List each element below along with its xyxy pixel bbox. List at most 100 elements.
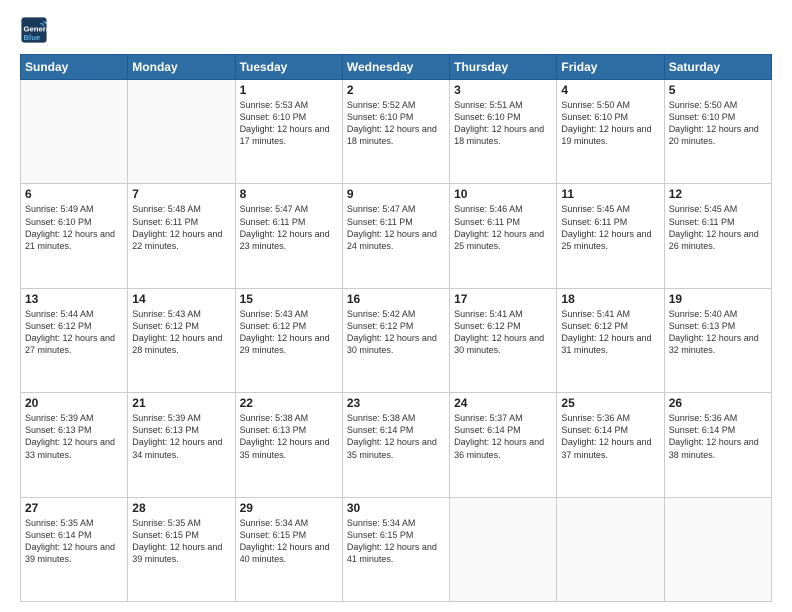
day-cell: 16 Sunrise: 5:42 AM Sunset: 6:12 PM Dayli… (342, 288, 449, 392)
day-info: Sunrise: 5:50 AM Sunset: 6:10 PM Dayligh… (561, 99, 659, 148)
day-cell (450, 497, 557, 601)
day-cell: 17Sunrise: 5:41 AM Sunset: 6:12 PM Dayli… (450, 288, 557, 392)
day-cell: 9 Sunrise: 5:47 AM Sunset: 6:11 PM Daylig… (342, 184, 449, 288)
day-info: Sunrise: 5:37 AM Sunset: 6:14 PM Dayligh… (454, 412, 552, 461)
day-cell: 14 Sunrise: 5:43 AM Sunset: 6:12 PM Dayli… (128, 288, 235, 392)
day-info: Sunrise: 5:48 AM Sunset: 6:11 PM Dayligh… (132, 203, 230, 252)
day-info: Sunrise: 5:39 AM Sunset: 6:13 PM Dayligh… (25, 412, 123, 461)
day-info: Sunrise: 5:39 AM Sunset: 6:13 PM Dayligh… (132, 412, 230, 461)
day-number: 1 (240, 83, 338, 97)
day-cell: 3 Sunrise: 5:51 AM Sunset: 6:10 PM Daylig… (450, 80, 557, 184)
day-number: 22 (240, 396, 338, 410)
day-info: Sunrise: 5:41 AM Sunset: 6:12 PM Dayligh… (561, 308, 659, 357)
day-info: Sunrise: 5:40 AM Sunset: 6:13 PM Dayligh… (669, 308, 767, 357)
day-cell: 25 Sunrise: 5:36 AM Sunset: 6:14 PM Dayli… (557, 393, 664, 497)
week-row-2: 6 Sunrise: 5:49 AM Sunset: 6:10 PM Daylig… (21, 184, 772, 288)
day-cell (557, 497, 664, 601)
day-cell: 7 Sunrise: 5:48 AM Sunset: 6:11 PM Daylig… (128, 184, 235, 288)
weekday-header-row: SundayMondayTuesdayWednesdayThursdayFrid… (21, 55, 772, 80)
day-info: Sunrise: 5:44 AM Sunset: 6:12 PM Dayligh… (25, 308, 123, 357)
day-number: 3 (454, 83, 552, 97)
day-number: 25 (561, 396, 659, 410)
day-cell: 10Sunrise: 5:46 AM Sunset: 6:11 PM Dayli… (450, 184, 557, 288)
weekday-header-sunday: Sunday (21, 55, 128, 80)
day-number: 19 (669, 292, 767, 306)
weekday-header-wednesday: Wednesday (342, 55, 449, 80)
day-info: Sunrise: 5:34 AM Sunset: 6:15 PM Dayligh… (347, 517, 445, 566)
day-number: 5 (669, 83, 767, 97)
header: General Blue (20, 16, 772, 44)
day-cell: 8 Sunrise: 5:47 AM Sunset: 6:11 PM Daylig… (235, 184, 342, 288)
week-row-1: 1 Sunrise: 5:53 AM Sunset: 6:10 PM Daylig… (21, 80, 772, 184)
day-cell: 28Sunrise: 5:35 AM Sunset: 6:15 PM Dayli… (128, 497, 235, 601)
day-info: Sunrise: 5:35 AM Sunset: 6:14 PM Dayligh… (25, 517, 123, 566)
day-number: 20 (25, 396, 123, 410)
day-cell: 21 Sunrise: 5:39 AM Sunset: 6:13 PM Dayli… (128, 393, 235, 497)
week-row-3: 13 Sunrise: 5:44 AM Sunset: 6:12 PM Dayli… (21, 288, 772, 392)
day-cell: 24 Sunrise: 5:37 AM Sunset: 6:14 PM Dayli… (450, 393, 557, 497)
day-cell: 12 Sunrise: 5:45 AM Sunset: 6:11 PM Dayli… (664, 184, 771, 288)
day-number: 21 (132, 396, 230, 410)
day-number: 27 (25, 501, 123, 515)
day-info: Sunrise: 5:45 AM Sunset: 6:11 PM Dayligh… (669, 203, 767, 252)
day-number: 23 (347, 396, 445, 410)
day-number: 24 (454, 396, 552, 410)
day-info: Sunrise: 5:53 AM Sunset: 6:10 PM Dayligh… (240, 99, 338, 148)
day-cell: 18 Sunrise: 5:41 AM Sunset: 6:12 PM Dayli… (557, 288, 664, 392)
day-info: Sunrise: 5:47 AM Sunset: 6:11 PM Dayligh… (240, 203, 338, 252)
day-cell: 6 Sunrise: 5:49 AM Sunset: 6:10 PM Daylig… (21, 184, 128, 288)
day-cell: 26 Sunrise: 5:36 AM Sunset: 6:14 PM Dayli… (664, 393, 771, 497)
day-cell (128, 80, 235, 184)
day-number: 13 (25, 292, 123, 306)
day-info: Sunrise: 5:51 AM Sunset: 6:10 PM Dayligh… (454, 99, 552, 148)
day-info: Sunrise: 5:43 AM Sunset: 6:12 PM Dayligh… (132, 308, 230, 357)
day-number: 26 (669, 396, 767, 410)
week-row-5: 27 Sunrise: 5:35 AM Sunset: 6:14 PM Dayli… (21, 497, 772, 601)
day-cell (21, 80, 128, 184)
day-number: 14 (132, 292, 230, 306)
day-number: 6 (25, 187, 123, 201)
calendar-table: SundayMondayTuesdayWednesdayThursdayFrid… (20, 54, 772, 602)
day-cell (664, 497, 771, 601)
day-cell: 29 Sunrise: 5:34 AM Sunset: 6:15 PM Dayli… (235, 497, 342, 601)
day-cell: 22 Sunrise: 5:38 AM Sunset: 6:13 PM Dayli… (235, 393, 342, 497)
day-number: 17 (454, 292, 552, 306)
weekday-header-monday: Monday (128, 55, 235, 80)
day-info: Sunrise: 5:45 AM Sunset: 6:11 PM Dayligh… (561, 203, 659, 252)
day-number: 16 (347, 292, 445, 306)
day-number: 4 (561, 83, 659, 97)
day-info: Sunrise: 5:50 AM Sunset: 6:10 PM Dayligh… (669, 99, 767, 148)
day-number: 18 (561, 292, 659, 306)
day-info: Sunrise: 5:49 AM Sunset: 6:10 PM Dayligh… (25, 203, 123, 252)
day-info: Sunrise: 5:34 AM Sunset: 6:15 PM Dayligh… (240, 517, 338, 566)
day-info: Sunrise: 5:47 AM Sunset: 6:11 PM Dayligh… (347, 203, 445, 252)
day-info: Sunrise: 5:52 AM Sunset: 6:10 PM Dayligh… (347, 99, 445, 148)
day-number: 8 (240, 187, 338, 201)
day-cell: 15Sunrise: 5:43 AM Sunset: 6:12 PM Dayli… (235, 288, 342, 392)
day-cell: 19 Sunrise: 5:40 AM Sunset: 6:13 PM Dayli… (664, 288, 771, 392)
day-cell: 30 Sunrise: 5:34 AM Sunset: 6:15 PM Dayli… (342, 497, 449, 601)
day-cell: 27 Sunrise: 5:35 AM Sunset: 6:14 PM Dayli… (21, 497, 128, 601)
weekday-header-friday: Friday (557, 55, 664, 80)
day-cell: 5 Sunrise: 5:50 AM Sunset: 6:10 PM Daylig… (664, 80, 771, 184)
day-info: Sunrise: 5:42 AM Sunset: 6:12 PM Dayligh… (347, 308, 445, 357)
day-number: 10 (454, 187, 552, 201)
day-info: Sunrise: 5:43 AM Sunset: 6:12 PM Dayligh… (240, 308, 338, 357)
day-number: 9 (347, 187, 445, 201)
day-number: 30 (347, 501, 445, 515)
day-number: 12 (669, 187, 767, 201)
day-info: Sunrise: 5:38 AM Sunset: 6:13 PM Dayligh… (240, 412, 338, 461)
logo: General Blue (20, 16, 52, 44)
day-cell: 13 Sunrise: 5:44 AM Sunset: 6:12 PM Dayli… (21, 288, 128, 392)
day-number: 7 (132, 187, 230, 201)
day-number: 11 (561, 187, 659, 201)
day-cell: 1 Sunrise: 5:53 AM Sunset: 6:10 PM Daylig… (235, 80, 342, 184)
day-cell: 20 Sunrise: 5:39 AM Sunset: 6:13 PM Dayli… (21, 393, 128, 497)
weekday-header-thursday: Thursday (450, 55, 557, 80)
day-info: Sunrise: 5:36 AM Sunset: 6:14 PM Dayligh… (669, 412, 767, 461)
day-number: 29 (240, 501, 338, 515)
day-info: Sunrise: 5:36 AM Sunset: 6:14 PM Dayligh… (561, 412, 659, 461)
day-info: Sunrise: 5:35 AM Sunset: 6:15 PM Dayligh… (132, 517, 230, 566)
weekday-header-saturday: Saturday (664, 55, 771, 80)
svg-text:Blue: Blue (24, 33, 41, 42)
